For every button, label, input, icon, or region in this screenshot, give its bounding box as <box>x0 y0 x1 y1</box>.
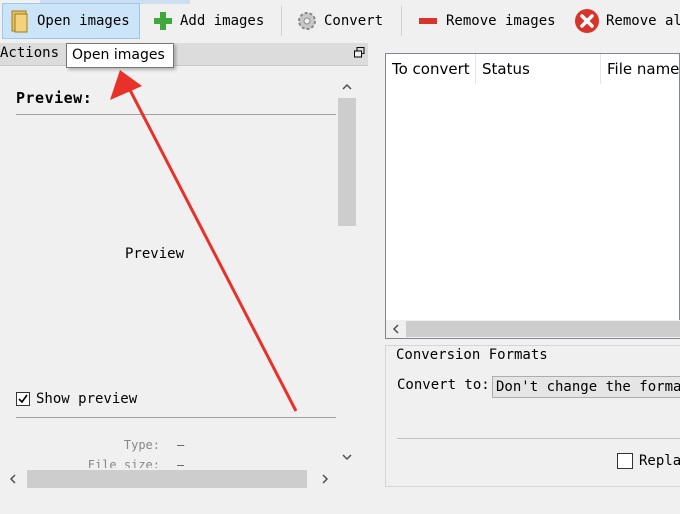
close-circle-icon <box>575 9 599 33</box>
vertical-scroll-thumb[interactable] <box>338 98 356 226</box>
show-preview-checkbox[interactable]: Show preview <box>16 391 137 407</box>
format-select[interactable]: Don't change the format <box>492 376 680 398</box>
plus-icon <box>154 12 172 30</box>
toolbar-separator <box>401 6 402 36</box>
scroll-right-icon[interactable] <box>320 473 330 485</box>
file-size-value: – <box>177 458 185 468</box>
scroll-up-icon[interactable] <box>341 82 353 92</box>
open-images-label: Open images <box>37 13 130 29</box>
type-label: Type: <box>123 438 160 452</box>
divider <box>16 417 336 418</box>
add-images-button[interactable]: Add images <box>146 3 270 39</box>
float-panel-icon[interactable] <box>354 47 365 58</box>
conversion-formats-title: Conversion Formats <box>393 347 551 363</box>
column-header-to-convert[interactable]: To convert <box>386 54 476 84</box>
actions-panel-title: Actions P <box>0 45 76 61</box>
preview-placeholder: Preview <box>125 246 185 262</box>
toolbar-separator <box>281 6 282 36</box>
column-header-status[interactable]: Status <box>476 54 601 84</box>
minus-icon <box>419 18 437 24</box>
check-icon <box>18 394 28 404</box>
divider <box>397 438 680 439</box>
scroll-down-icon[interactable] <box>341 452 353 462</box>
gear-icon <box>298 12 316 30</box>
convert-button[interactable]: Convert <box>290 3 389 39</box>
toolbar: Open images Add images Convert Remove im… <box>0 0 680 42</box>
replace-label: Repla <box>639 453 680 469</box>
horizontal-scroll-thumb[interactable] <box>27 470 307 488</box>
divider <box>16 114 336 115</box>
type-value: – <box>177 438 185 452</box>
remove-images-button[interactable]: Remove images <box>410 3 562 39</box>
scroll-left-icon[interactable] <box>391 323 401 335</box>
file-list[interactable]: To convert Status File name <box>385 53 680 339</box>
remove-images-label: Remove images <box>446 13 556 29</box>
list-horizontal-scroll-thumb[interactable] <box>406 321 680 337</box>
file-size-label: File size: <box>87 458 160 468</box>
remove-all-label: Remove all <box>606 13 680 29</box>
replace-checkbox[interactable]: Repla <box>617 453 680 469</box>
convert-label: Convert <box>324 13 384 29</box>
column-header-file-name[interactable]: File name <box>601 54 680 84</box>
open-images-button[interactable]: Open images <box>2 3 140 39</box>
convert-to-label: Convert to: <box>397 377 490 393</box>
open-images-icon <box>11 10 28 33</box>
tooltip: Open images <box>66 43 174 68</box>
preview-heading: Preview: <box>16 89 93 107</box>
add-images-label: Add images <box>180 13 265 29</box>
checkbox-box[interactable] <box>16 392 30 406</box>
checkbox-box[interactable] <box>617 453 633 469</box>
scroll-left-icon[interactable] <box>8 473 18 485</box>
remove-all-button[interactable]: Remove all <box>568 3 680 39</box>
show-preview-label: Show preview <box>36 391 138 407</box>
